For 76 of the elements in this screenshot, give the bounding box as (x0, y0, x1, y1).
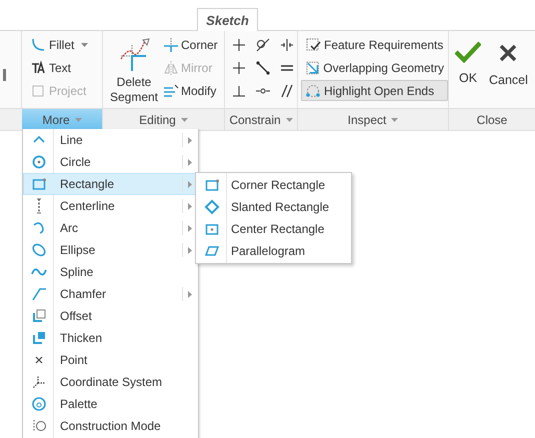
caret-icon (286, 118, 293, 122)
tangent-icon[interactable] (255, 37, 271, 53)
caret-icon (74, 118, 82, 122)
submenu-arrow-icon (188, 181, 192, 188)
ellipse-icon (31, 242, 47, 258)
parallel-icon[interactable] (279, 83, 295, 99)
menu-item[interactable]: Centerline (23, 195, 198, 217)
submenu-arrow-icon (188, 291, 192, 298)
menu-item[interactable]: Line (23, 129, 198, 151)
square-icon (30, 83, 46, 99)
menu-item[interactable]: Circle (23, 151, 198, 173)
group-label[interactable]: Constrain (225, 109, 298, 130)
menu-item[interactable]: Center Rectangle (196, 218, 351, 240)
offset-icon (31, 308, 47, 324)
menu-item[interactable]: Corner Rectangle (196, 174, 351, 196)
group-label[interactable]: Inspect (298, 109, 449, 130)
group-label[interactable]: Close (449, 109, 535, 130)
ribbon-tab[interactable]: Sketch (197, 8, 258, 31)
point-on-line-icon[interactable] (255, 60, 271, 76)
circle-icon (31, 154, 47, 170)
fillet-icon (30, 37, 46, 53)
submenu-arrow-icon (188, 247, 192, 254)
menu-item[interactable]: Palette (23, 393, 198, 415)
palette-icon (31, 396, 47, 412)
ribbon-button[interactable]: Overlapping Geometry (301, 57, 448, 78)
menu-item[interactable]: Construction Mode (23, 415, 198, 437)
menu-item[interactable]: Chamfer (23, 283, 198, 305)
close-icon (498, 43, 518, 63)
open-ends-icon (305, 82, 321, 98)
menu-item[interactable]: Ellipse (23, 239, 198, 261)
caret-icon (391, 118, 398, 122)
text-tool-icon (30, 60, 46, 76)
ribbon-button[interactable]: Text (30, 58, 102, 78)
rectangle-icon (31, 176, 47, 192)
caret-icon (81, 43, 88, 47)
ok-button[interactable]: OK (455, 41, 481, 108)
ribbon-button[interactable]: Fillet (30, 35, 102, 55)
menu-item[interactable]: Offset (23, 305, 198, 327)
delete-segment-button[interactable]: Delete Segment (105, 35, 163, 108)
axes-icon (31, 374, 47, 390)
modify-icon (163, 83, 179, 99)
bar-icon[interactable] (3, 68, 6, 80)
menu-item[interactable]: Parallelogram (196, 240, 351, 262)
construction-icon (31, 418, 47, 434)
diamond-icon (204, 199, 220, 215)
arc-icon (31, 220, 47, 236)
symmetry-icon[interactable] (279, 37, 295, 53)
menu-item[interactable]: Slanted Rectangle (196, 196, 351, 218)
submenu-arrow-icon (188, 159, 192, 166)
corner-icon (163, 37, 179, 53)
submenu-arrow-icon (188, 203, 192, 210)
menu-item[interactable]: Arc (23, 217, 198, 239)
ribbon-button[interactable]: Modify (163, 81, 218, 101)
caret-icon (180, 118, 188, 122)
menu-item[interactable]: Thicken (23, 327, 198, 349)
ribbon-button[interactable]: Corner (163, 35, 218, 55)
group-label[interactable]: More (22, 109, 103, 130)
checkmark-icon (455, 41, 481, 63)
perpendicular-icon[interactable] (231, 83, 247, 99)
thicken-icon (31, 330, 47, 346)
menu-item[interactable]: Rectangle (23, 173, 198, 195)
plus-icon[interactable] (231, 60, 247, 76)
submenu-arrow-icon (188, 225, 192, 232)
mirror-icon (163, 60, 179, 76)
submenu-arrow-icon (188, 137, 192, 144)
menu-item[interactable]: Point (23, 349, 198, 371)
ribbon-button[interactable]: Feature Requirements (301, 34, 448, 55)
chamfer-icon (31, 286, 47, 302)
menu-item[interactable]: Coordinate System (23, 371, 198, 393)
rectangle-icon (204, 177, 220, 193)
ribbon-button[interactable]: Highlight Open Ends (301, 80, 448, 101)
menu-item[interactable]: Spline (23, 261, 198, 283)
cancel-button[interactable]: Cancel (489, 41, 528, 108)
plus-icon[interactable] (231, 37, 247, 53)
checklist-icon (305, 36, 321, 52)
overlap-icon (305, 60, 320, 76)
